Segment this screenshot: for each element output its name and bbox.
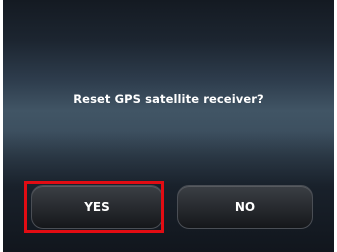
yes-button-label: YES <box>84 200 110 214</box>
yes-button[interactable]: YES <box>31 185 163 229</box>
no-button[interactable]: NO <box>177 185 313 229</box>
no-button-label: NO <box>234 200 256 214</box>
dialog-message: Reset GPS satellite receiver? <box>73 92 264 106</box>
dialog-screen: Reset GPS satellite receiver? YES NO <box>3 0 334 252</box>
